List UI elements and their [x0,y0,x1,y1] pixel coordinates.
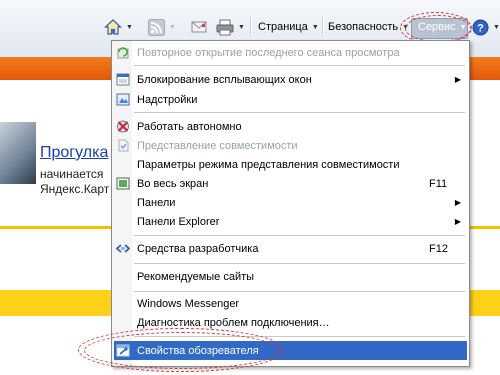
menu-separator [134,235,465,236]
menu-item-internet-options[interactable]: Свойства обозревателя [114,341,467,360]
mail-icon [191,21,207,33]
print-dropdown-arrow[interactable]: ▼ [238,24,245,31]
menu-item-label: Рекомендуемые сайты [137,270,255,283]
menu-item-explorer-bars[interactable]: Панели Explorer ▶ [112,212,469,231]
article-text-line: начинается [40,167,104,181]
print-button[interactable]: ▼ [216,17,245,37]
menu-item-label: Параметры режима представления совместим… [137,158,400,171]
thumbnail-image [0,122,36,184]
menu-item-full-screen[interactable]: Во весь экран F11 [112,174,469,193]
home-button[interactable]: ▼ [104,17,133,37]
menu-item-diagnose-connection[interactable]: Диагностика проблем подключения… [112,313,469,332]
submenu-arrow-icon: ▶ [454,198,461,207]
compatibility-view-icon [118,139,129,152]
chevron-down-icon: ▼ [402,23,410,31]
menu-item-compatibility-view-settings[interactable]: Параметры режима представления совместим… [112,155,469,174]
menu-item-label: Диагностика проблем подключения… [137,316,330,329]
internet-options-icon [116,344,130,357]
menu-item-label: Представление совместимости [137,139,298,152]
submenu-arrow-icon: ▶ [454,217,461,226]
menu-item-suggested-sites[interactable]: Рекомендуемые сайты [112,267,469,286]
help-dropdown-arrow[interactable]: ▼ [493,24,500,31]
submenu-arrow-icon: ▶ [454,75,461,84]
menu-item-label: Windows Messenger [137,297,240,310]
menu-item-shortcut: F12 [429,242,448,255]
tools-menu-button[interactable]: Сервис ▼ [418,17,467,37]
menu-item-addons[interactable]: Надстройки [112,90,469,109]
menu-item-compatibility-view[interactable]: Представление совместимости [112,136,469,155]
menu-item-shortcut: F11 [429,177,448,190]
menu-item-label: Панели Explorer [137,215,220,228]
tools-dropdown-menu: Повторное открытие последнего сеанса про… [111,40,470,367]
menu-item-label: Свойства обозревателя [137,344,259,357]
addons-icon [116,93,130,106]
reopen-session-icon [117,47,129,59]
svg-text:?: ? [477,22,484,34]
chevron-down-icon: ▼ [459,23,467,31]
menu-item-label: Работать автономно [137,120,242,133]
menu-item-developer-tools[interactable]: Средства разработчика F12 [112,239,469,258]
safety-menu-button[interactable]: Безопасность ▼ [328,17,409,37]
menu-item-popup-blocker[interactable]: Блокирование всплывающих окон ▶ [112,70,469,89]
menu-item-label: Во весь экран [137,177,209,190]
menu-item-label: Панели [137,196,176,209]
safety-menu-label: Безопасность [328,21,399,33]
help-button[interactable]: ? ▼ [472,17,500,37]
menu-item-label: Блокирование всплывающих окон [137,73,312,86]
menu-separator [134,263,465,264]
work-offline-icon [117,120,129,133]
tools-menu-label: Сервис [418,21,456,33]
menu-separator [134,65,465,66]
page-menu-button[interactable]: Страница ▼ [258,17,319,37]
mail-button[interactable] [191,17,207,37]
menu-item-label: Повторное открытие последнего сеанса про… [137,46,400,59]
printer-icon [216,19,234,35]
feeds-dropdown-arrow[interactable]: ▼ [169,24,176,31]
article-text-line: Яндекс.Карт [40,182,110,196]
popup-blocker-icon [116,73,130,86]
menu-item-reopen-last-session[interactable]: Повторное открытие последнего сеанса про… [112,43,469,62]
help-icon: ? [472,19,489,35]
home-dropdown-arrow[interactable]: ▼ [126,24,133,31]
rss-feed-icon [148,18,165,36]
chevron-down-icon: ▼ [311,23,319,31]
article-link[interactable]: Прогулка [40,144,108,162]
full-screen-icon [116,177,130,190]
home-icon [104,19,122,35]
menu-separator [134,291,465,292]
menu-item-toolbars[interactable]: Панели ▶ [112,193,469,212]
menu-item-work-offline[interactable]: Работать автономно [112,117,469,136]
developer-tools-icon [116,244,130,253]
menu-separator [134,336,465,337]
toolbar-separator [322,17,323,37]
menu-item-label: Надстройки [137,93,198,106]
page-menu-label: Страница [258,21,308,33]
feeds-button[interactable]: ▼ [148,17,176,37]
menu-item-label: Средства разработчика [137,242,259,255]
menu-item-windows-messenger[interactable]: Windows Messenger [112,294,469,313]
menu-separator [134,112,465,113]
toolbar-separator [250,17,251,37]
